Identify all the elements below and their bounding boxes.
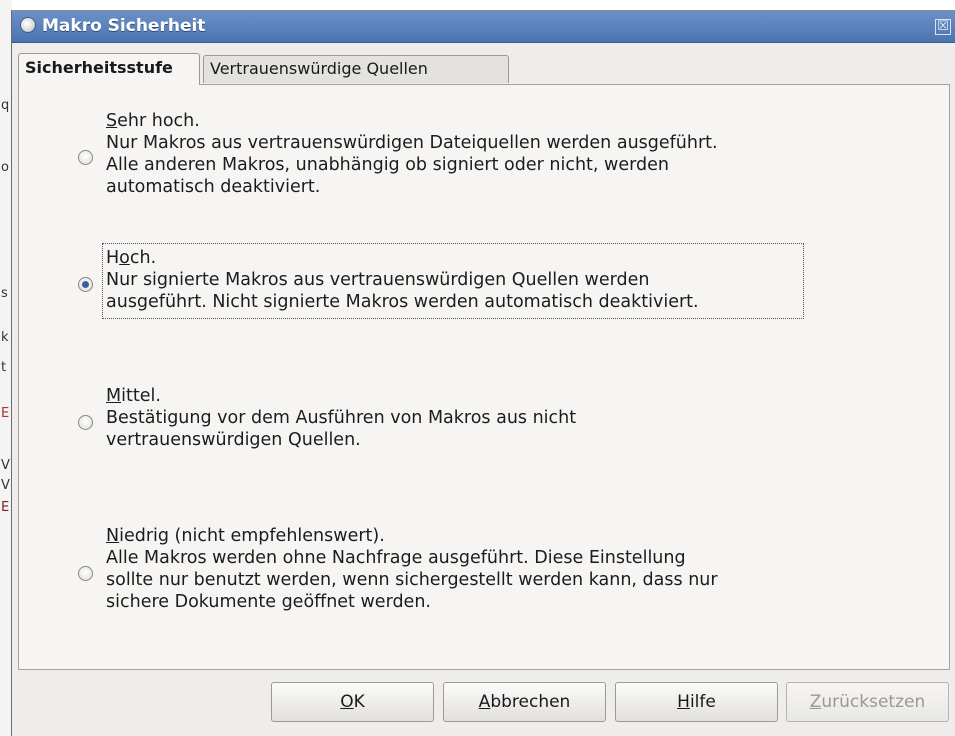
mnemonic-h: H (677, 692, 690, 712)
background-fragment: s (1, 286, 8, 301)
close-icon[interactable]: ☒ (935, 19, 951, 35)
option-high-title: ch. (129, 248, 157, 268)
option-low-line: sollte nur benutzt werden, wenn sicherge… (106, 570, 718, 590)
mnemonic-n: N (106, 526, 120, 546)
option-low-line: Alle Makros werden ohne Nachfrage ausgef… (106, 548, 686, 568)
option-low-line: sichere Dokumente geöffnet werden. (106, 592, 431, 612)
option-very-high-line: automatisch deaktiviert. (106, 177, 321, 197)
option-low-title: iedrig (nicht empfehlenswert). (119, 526, 385, 546)
option-high-title-prefix: H (106, 248, 120, 268)
background-fragment: k (1, 330, 9, 345)
option-medium-line: Bestätigung vor dem Ausführen von Makros… (106, 408, 577, 428)
tab-trusted-sources[interactable]: Vertrauenswürdige Quellen (203, 55, 509, 83)
dialog-title: Makro Sicherheit (42, 16, 206, 36)
option-medium-line: vertrauenswürdigen Quellen. (106, 430, 361, 450)
ok-button[interactable]: OK (271, 682, 434, 722)
radio-high[interactable] (78, 277, 93, 292)
mnemonic-m: M (106, 386, 122, 406)
background-fragment: o (1, 160, 9, 175)
option-high-label[interactable]: Hoch. (106, 247, 156, 269)
option-medium-label[interactable]: Mittel. (106, 385, 161, 407)
mnemonic-z: Z (809, 692, 822, 712)
option-very-high-line: Alle anderen Makros, unabhängig ob signi… (106, 155, 669, 175)
option-high-line: ausgeführt. Nicht signierte Makros werde… (106, 292, 699, 312)
radio-low[interactable] (78, 566, 93, 581)
cancel-button[interactable]: Abbrechen (443, 682, 606, 722)
radio-medium[interactable] (78, 415, 93, 430)
background-fragment: q (1, 98, 10, 113)
mnemonic-a: A (478, 692, 491, 712)
reset-label: urücksetzen (821, 692, 926, 712)
background-fragment: V (1, 458, 10, 473)
background-fragment: t (1, 360, 7, 375)
help-button[interactable]: Hilfe (615, 682, 778, 722)
mnemonic-s: S (106, 111, 118, 131)
option-medium-title: ittel. (121, 386, 161, 406)
radio-very-high[interactable] (78, 150, 93, 165)
option-low-label[interactable]: Niedrig (nicht empfehlenswert). (106, 525, 385, 547)
mnemonic-o-ok: O (340, 692, 354, 712)
reset-button[interactable]: Zurücksetzen (786, 682, 949, 722)
option-very-high-title: ehr hoch. (117, 111, 200, 131)
macro-security-icon (20, 17, 36, 33)
option-very-high-line: Nur Makros aus vertrauenswürdigen Dateiq… (106, 133, 718, 153)
mnemonic-o: o (119, 248, 130, 268)
background-fragment: E (1, 406, 10, 421)
option-very-high-label[interactable]: Sehr hoch. (106, 110, 200, 132)
option-high-line: Nur signierte Makros aus vertrauenswürdi… (106, 270, 650, 290)
help-label: ilfe (689, 692, 716, 712)
button-bar: OK Abbrechen Hilfe Zurücksetzen (0, 672, 949, 726)
tab-security-level[interactable]: Sicherheitsstufe (18, 53, 200, 85)
background-fragment: E (1, 500, 10, 515)
ok-label: K (353, 692, 365, 712)
title-bar[interactable]: Makro Sicherheit ☒ (12, 11, 955, 43)
cancel-label: bbrechen (490, 692, 571, 712)
background-fragment: V (1, 478, 10, 493)
